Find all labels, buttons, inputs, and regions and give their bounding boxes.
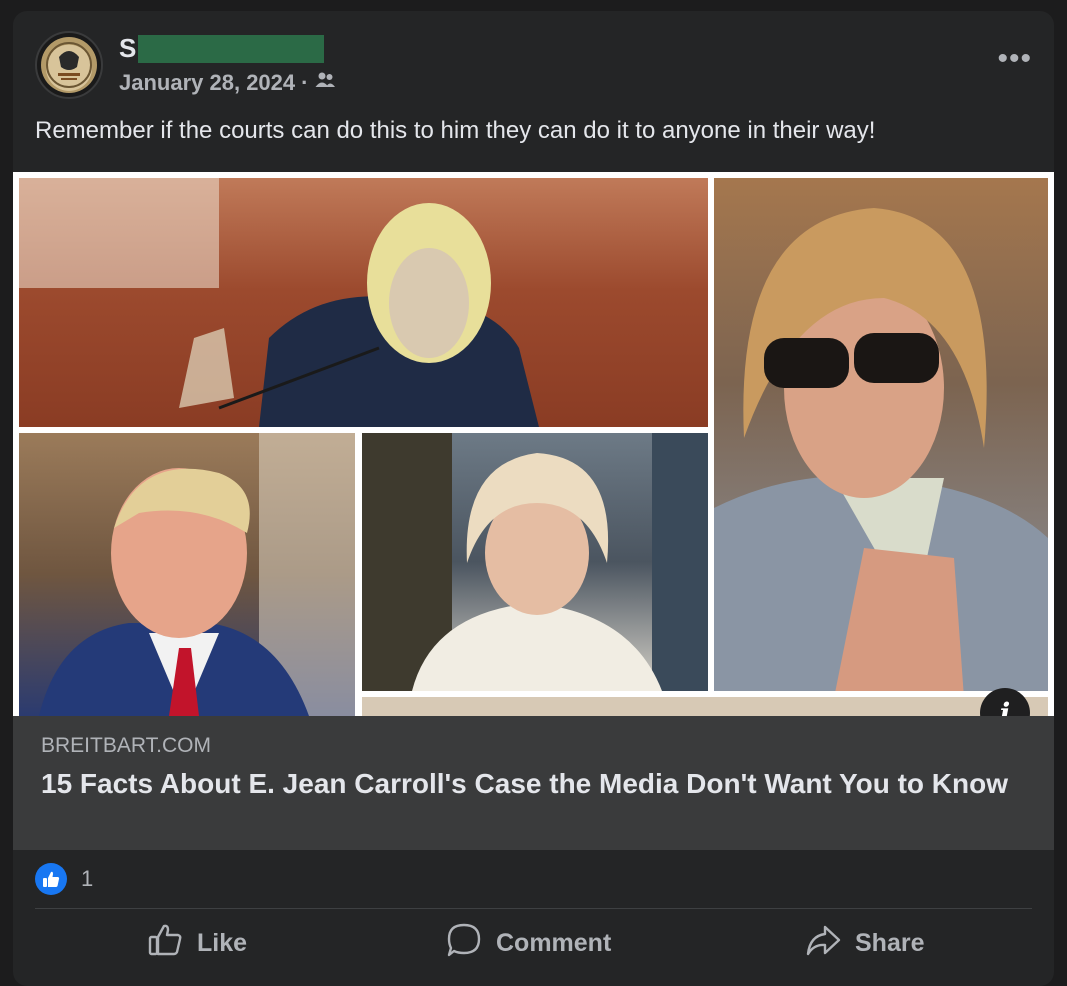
thumbs-up-icon: [147, 922, 183, 965]
post-date[interactable]: January 28, 2024: [119, 70, 295, 96]
link-preview-box[interactable]: BREITBART.COM 15 Facts About E. Jean Car…: [13, 716, 1054, 850]
comment-button[interactable]: Comment: [446, 921, 611, 965]
post-meta: January 28, 2024 ·: [119, 69, 336, 97]
redacted-name-block: [138, 34, 325, 63]
comment-icon: [446, 922, 482, 965]
share-icon: [805, 922, 841, 965]
like-button[interactable]: Like: [147, 921, 247, 965]
link-title[interactable]: 15 Facts About E. Jean Carroll's Case th…: [41, 766, 1021, 802]
post-card: S January 28, 2024 · ••• Remember if the…: [13, 11, 1054, 986]
share-button[interactable]: Share: [805, 921, 924, 965]
post-text: Remember if the courts can do this to hi…: [35, 117, 876, 144]
author-name[interactable]: S: [119, 33, 325, 64]
woman-sunglasses-panel: [714, 178, 1048, 691]
avatar[interactable]: [35, 31, 103, 99]
divider: [35, 908, 1032, 909]
courtroom-sketch-panel: [19, 178, 708, 427]
woman-photo-panel: [362, 433, 708, 691]
friends-icon[interactable]: [314, 69, 336, 97]
action-bar: Like Comment Share: [13, 921, 1054, 965]
author-initial: S: [119, 33, 137, 63]
meta-separator: ·: [301, 70, 309, 95]
reaction-count: 1: [81, 866, 94, 891]
link-preview-image[interactable]: [13, 172, 1054, 716]
man-photo-panel: [19, 433, 355, 716]
comment-label: Comment: [496, 928, 612, 957]
like-label: Like: [197, 928, 248, 957]
share-label: Share: [855, 928, 925, 957]
post-header: S January 28, 2024 · •••: [13, 11, 1054, 121]
link-domain: BREITBART.COM: [41, 734, 211, 757]
avatar-logo-icon: [41, 37, 97, 93]
bottom-strip-panel: [362, 697, 1048, 716]
reactions-summary[interactable]: 1: [35, 863, 93, 895]
more-options-icon[interactable]: •••: [997, 44, 1032, 74]
like-reaction-icon: [35, 863, 67, 895]
